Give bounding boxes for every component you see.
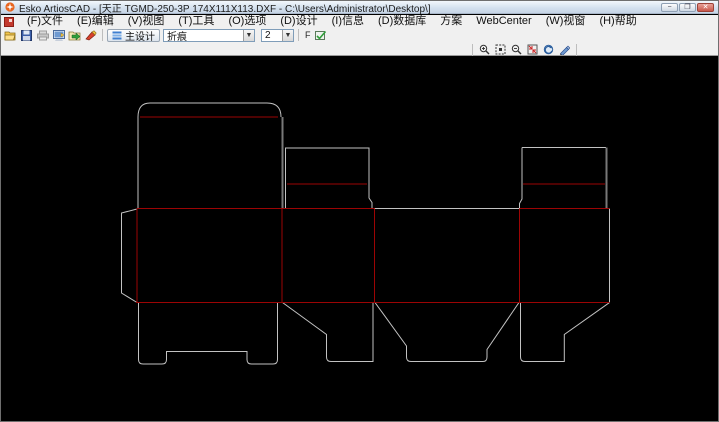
- cut-line: [521, 303, 610, 362]
- cut-line: [122, 209, 138, 303]
- cut-line: [375, 303, 519, 362]
- drawing-canvas[interactable]: [2, 56, 719, 422]
- cut-line: [520, 148, 523, 209]
- cut-line: [283, 303, 374, 362]
- cut-line: [139, 303, 278, 365]
- app-window: Esko ArtiosCAD - [天正 TGMD-250-3P 174X111…: [0, 0, 719, 422]
- dieline-drawing: [1, 1, 719, 422]
- cut-line: [138, 103, 281, 117]
- cut-line: [286, 148, 373, 209]
